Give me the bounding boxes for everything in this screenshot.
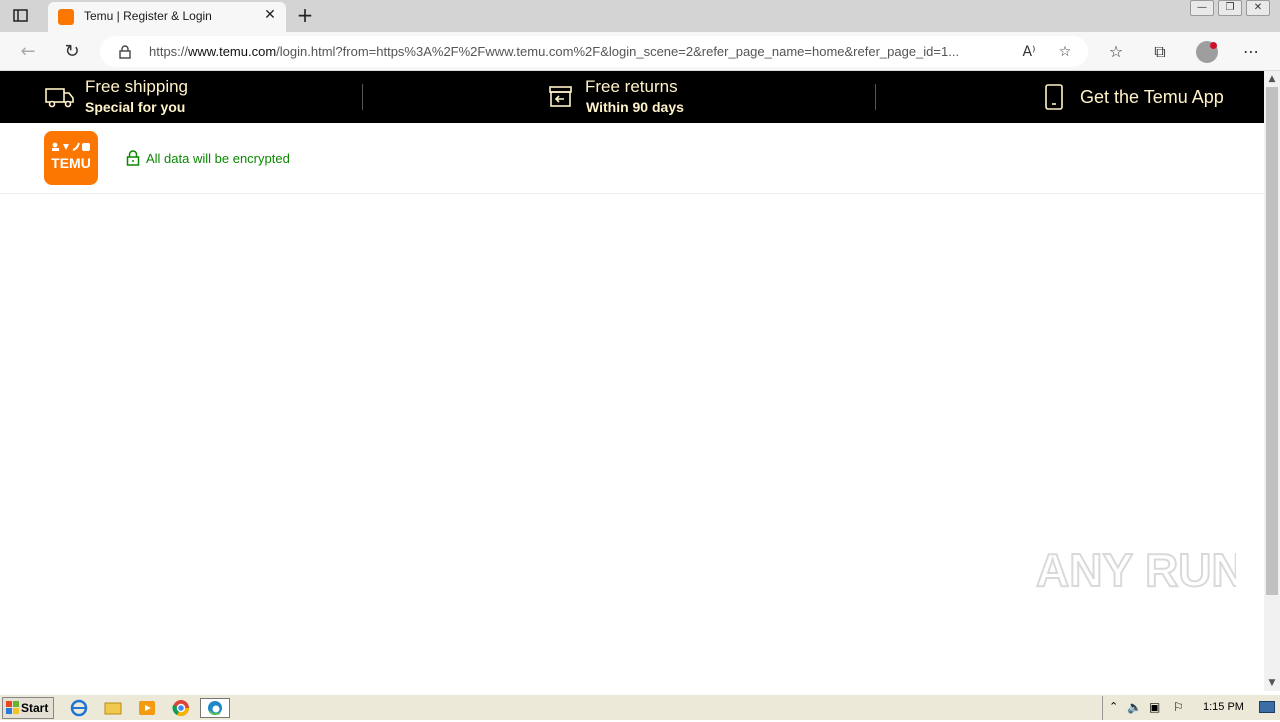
promo-title: Get the Temu App: [1080, 87, 1224, 107]
media-player-icon[interactable]: [136, 698, 158, 718]
network-icon[interactable]: ▣: [1149, 700, 1160, 714]
promo-divider: [875, 84, 876, 110]
promo-title: Free returns: [585, 77, 678, 96]
logo-glyphs-icon: [52, 142, 90, 151]
chrome-icon[interactable]: [170, 698, 192, 718]
read-aloud-icon[interactable]: A⁾: [1020, 43, 1038, 61]
favorites-icon[interactable]: ☆: [1105, 41, 1127, 63]
promo-banner: Free shipping Special for you Free retur…: [0, 71, 1264, 123]
address-bar: ← ↻ https://www.temu.com/login.html?from…: [0, 32, 1280, 71]
url-field[interactable]: https://www.temu.com/login.html?from=htt…: [100, 36, 1088, 67]
new-tab-button[interactable]: +: [294, 5, 316, 27]
secure-text: All data will be encrypted: [146, 151, 290, 166]
tab-title: Temu | Register & Login: [84, 9, 212, 23]
scroll-up-icon[interactable]: ▲: [1264, 71, 1280, 87]
url-text: https://www.temu.com/login.html?from=htt…: [149, 44, 960, 59]
site-header: TEMU All data will be encrypted: [0, 123, 1264, 194]
ie-icon[interactable]: [68, 698, 90, 718]
collections-icon[interactable]: ⧉: [1149, 41, 1171, 63]
page-viewport: Free shipping Special for you Free retur…: [0, 71, 1264, 691]
start-button[interactable]: Start: [2, 697, 54, 719]
profile-avatar[interactable]: [1196, 41, 1218, 63]
action-center-flag-icon[interactable]: ⚐: [1173, 700, 1184, 714]
system-tray: ⌃ 🔈 ▣ ⚐ 1:15 PM: [1102, 696, 1280, 720]
window-controls: — ❐ ✕: [1190, 0, 1270, 16]
promo-get-app[interactable]: Get the Temu App: [1043, 71, 1243, 123]
anyrun-watermark: ANY RUN: [1035, 538, 1246, 598]
phone-icon: [1045, 84, 1063, 110]
returns-box-icon: [549, 86, 572, 107]
tab-actions-icon[interactable]: [12, 8, 30, 24]
add-favorite-icon[interactable]: ☆: [1056, 43, 1074, 61]
lock-icon[interactable]: [118, 44, 132, 59]
promo-free-returns[interactable]: Free returns Within 90 days: [548, 71, 748, 123]
more-menu-icon[interactable]: ⋯: [1240, 41, 1262, 63]
back-arrow-icon[interactable]: ←: [16, 40, 40, 64]
edge-icon[interactable]: [200, 698, 230, 718]
volume-icon[interactable]: 🔈: [1127, 700, 1142, 714]
windows-flag-icon: [6, 701, 19, 714]
temu-logo[interactable]: TEMU: [44, 131, 98, 185]
close-window-button[interactable]: ✕: [1246, 0, 1270, 16]
logo-text: TEMU: [51, 155, 91, 171]
truck-icon: [45, 88, 74, 108]
show-desktop-icon[interactable]: [1259, 701, 1275, 713]
scroll-down-icon[interactable]: ▼: [1264, 675, 1280, 691]
notification-dot-icon: [1210, 42, 1217, 49]
promo-subtitle: Within 90 days: [586, 99, 684, 115]
start-label: Start: [21, 701, 49, 715]
tray-expand-icon[interactable]: ⌃: [1109, 700, 1118, 713]
browser-tab[interactable]: Temu | Register & Login ✕: [48, 2, 286, 32]
watermark-text: ANY RUN: [1036, 544, 1236, 596]
vertical-scrollbar[interactable]: ▲ ▼: [1264, 71, 1280, 691]
clock[interactable]: 1:15 PM: [1203, 701, 1244, 713]
lock-icon: [126, 150, 140, 166]
taskbar: Start ⌃ 🔈 ▣ ⚐ 1:15 PM: [0, 694, 1280, 720]
promo-title: Free shipping: [85, 77, 189, 96]
restore-button[interactable]: ❐: [1218, 0, 1242, 16]
promo-divider: [362, 84, 363, 110]
promo-free-shipping[interactable]: Free shipping Special for you: [44, 71, 324, 123]
scroll-thumb[interactable]: [1266, 87, 1278, 595]
minimize-button[interactable]: —: [1190, 0, 1214, 16]
tab-close-icon[interactable]: ✕: [262, 7, 278, 23]
tab-strip: Temu | Register & Login ✕ + — ❐ ✕: [0, 0, 1280, 32]
explorer-folder-icon[interactable]: [102, 698, 124, 718]
refresh-icon[interactable]: ↻: [60, 40, 84, 64]
temu-favicon-icon: [58, 9, 74, 25]
promo-subtitle: Special for you: [85, 99, 186, 115]
